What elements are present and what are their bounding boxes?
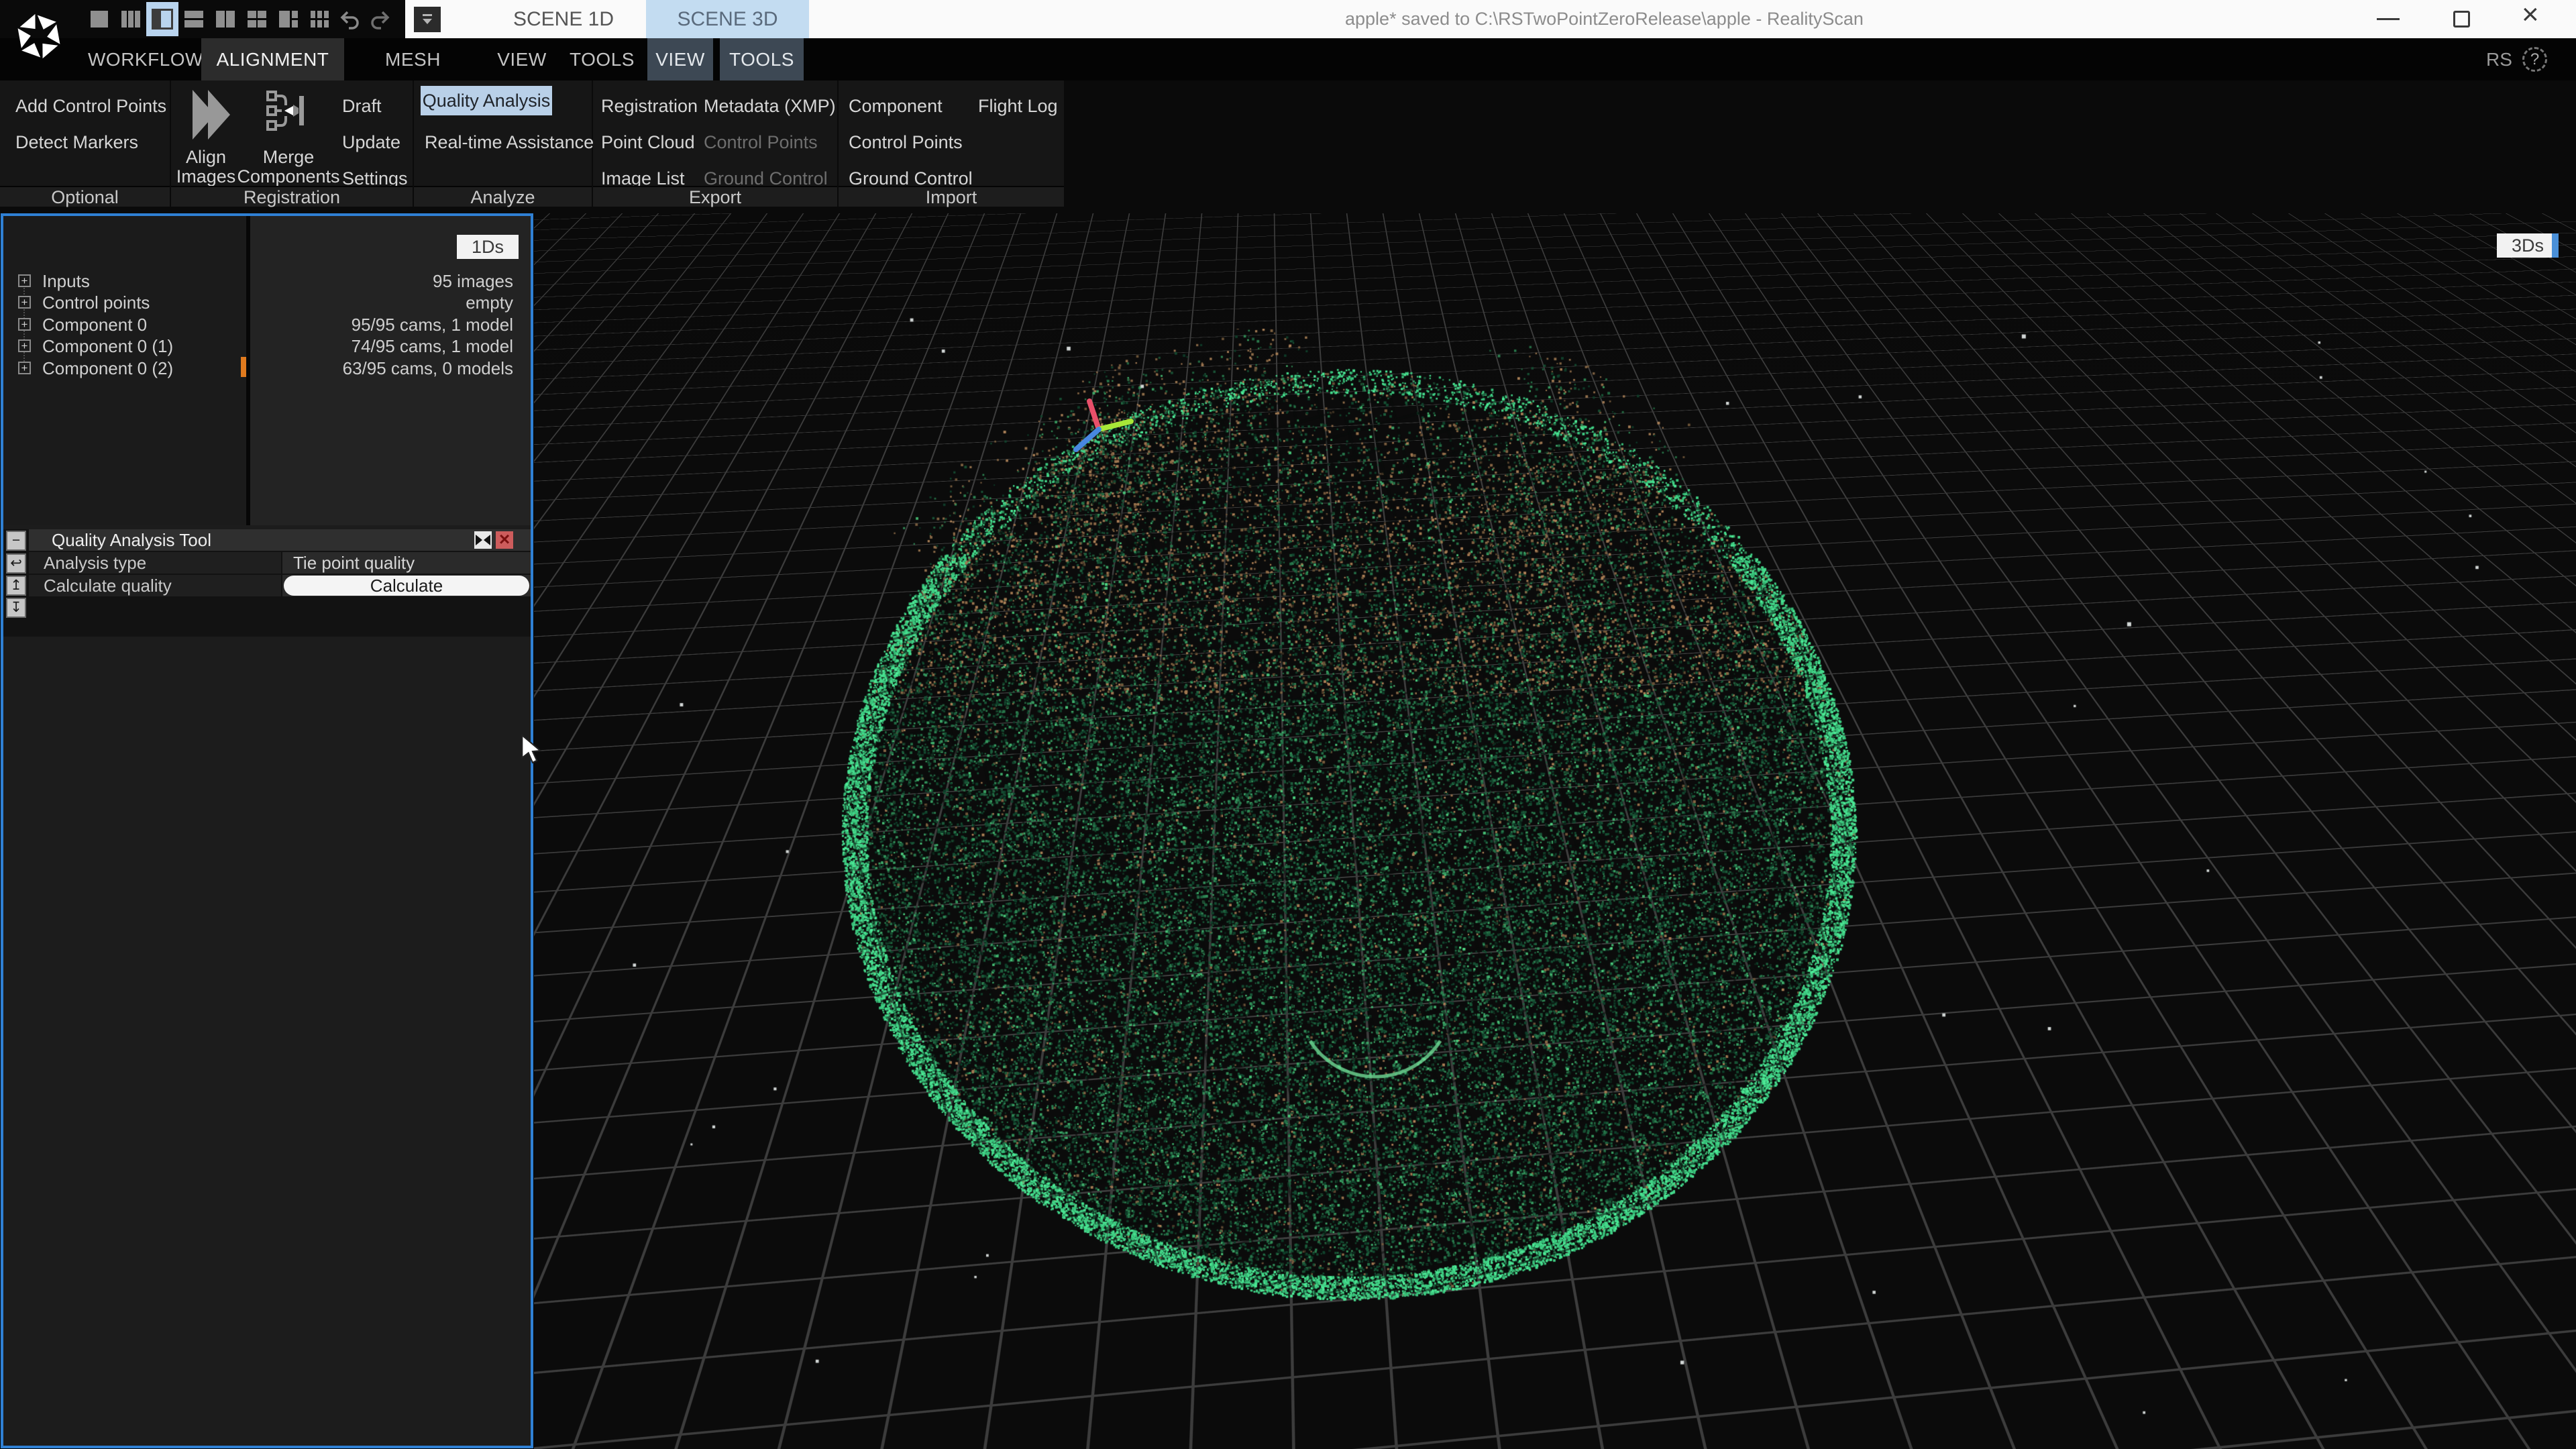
calculate-quality-label: Calculate quality	[44, 576, 172, 596]
ribbon-group-registration: Align Images Merge Components Draft Upda…	[171, 80, 413, 207]
import-component-button[interactable]: Component	[849, 95, 943, 117]
merge-components-icon	[264, 89, 308, 133]
minimize-icon	[2377, 18, 2400, 20]
import-control-points-button[interactable]: Control Points	[849, 131, 963, 153]
tree-row-component-0-2[interactable]: + Component 0 (2) 63/95 cams, 0 models	[3, 358, 531, 378]
collapse-button[interactable]: −	[6, 531, 26, 551]
tool-title-bar[interactable]: Quality Analysis Tool ×	[29, 529, 531, 551]
expand-icon[interactable]: +	[18, 274, 31, 287]
layout-split-vertical-icon[interactable]	[215, 9, 236, 30]
menu-contextual-view[interactable]: VIEW	[647, 38, 713, 80]
view-badge-1d: 1Ds	[457, 235, 519, 259]
import-flight-log-button[interactable]: Flight Log	[978, 95, 1058, 117]
menu-mesh-model[interactable]: MESH MODEL	[354, 38, 472, 80]
user-badge[interactable]: RS	[2486, 38, 2512, 80]
export-point-cloud-button[interactable]: Point Cloud	[601, 131, 695, 153]
group-label-export: Export	[593, 186, 837, 207]
ribbon-group-export: Registration Point Cloud Image List Meta…	[593, 80, 837, 207]
expand-icon[interactable]: +	[18, 362, 31, 374]
draft-button[interactable]: Draft	[342, 95, 382, 117]
window-title: apple* saved to C:\RSTwoPointZeroRelease…	[1345, 0, 1864, 38]
layout-three-columns-icon[interactable]	[120, 9, 142, 30]
ribbon: Add Control Points Detect Markers Option…	[0, 80, 2576, 213]
group-label-optional: Optional	[0, 186, 170, 207]
help-icon[interactable]: ?	[2522, 47, 2547, 72]
add-control-points-button[interactable]: Add Control Points	[15, 95, 166, 117]
tab-scene-3d[interactable]: SCENE 3D	[646, 0, 809, 38]
update-button[interactable]: Update	[342, 131, 400, 153]
mouse-cursor	[519, 734, 547, 765]
close-button[interactable]: ×	[2512, 0, 2559, 38]
maximize-button[interactable]	[2438, 0, 2485, 38]
minimize-button[interactable]	[2365, 0, 2412, 38]
tool-title: Quality Analysis Tool	[52, 529, 211, 551]
import-settings-button[interactable]: ↧	[6, 598, 26, 618]
export-metadata-xmp-button[interactable]: Metadata (XMP)	[704, 95, 836, 117]
expand-icon[interactable]: +	[18, 296, 31, 309]
layout-1d-3d-active-icon[interactable]	[146, 2, 178, 36]
menu-bar: WORKFLOW ALIGNMENT MESH MODEL VIEW TOOLS…	[0, 38, 2576, 80]
tree-row-component-0[interactable]: + Component 0 95/95 cams, 1 model	[3, 315, 531, 335]
dock-icon[interactable]	[474, 531, 492, 549]
tree-row-component-0-1[interactable]: + Component 0 (1) 74/95 cams, 1 model	[3, 336, 531, 356]
realityscan-logo-icon	[15, 11, 63, 62]
expand-icon[interactable]: +	[18, 339, 31, 352]
group-label-registration: Registration	[171, 186, 413, 207]
scene-3d-viewport[interactable]: 3Ds	[534, 213, 2576, 1449]
selection-marker	[241, 357, 246, 377]
export-registration-button[interactable]: Registration	[601, 95, 698, 117]
calculate-quality-row: Calculate quality Calculate	[29, 575, 531, 596]
title-bar: SCENE 1D SCENE 3D apple* saved to C:\RST…	[0, 0, 2576, 38]
quality-analysis-tool-panel: − ↩ ↥ ↧ Quality Analysis Tool × Analysis…	[3, 529, 531, 637]
menu-view[interactable]: VIEW	[492, 38, 552, 80]
export-settings-button[interactable]: ↥	[6, 576, 26, 596]
project-tree: 1Ds + Inputs 95 images + Control points …	[3, 216, 531, 525]
layout-left-pane-right-rows-icon[interactable]	[278, 9, 299, 30]
ribbon-group-analyze: Quality Analysis Real-time Assistance An…	[414, 80, 592, 207]
ribbon-group-optional: Add Control Points Detect Markers Option…	[0, 80, 170, 207]
analysis-type-select[interactable]: Tie point quality	[282, 552, 531, 574]
layout-grid-2x2-icon[interactable]	[246, 9, 268, 30]
tree-row-control-points[interactable]: + Control points empty	[3, 292, 531, 313]
layout-single-icon[interactable]	[89, 9, 110, 30]
view-badge-3d: 3Ds	[2497, 233, 2559, 258]
detect-markers-button[interactable]: Detect Markers	[15, 131, 138, 153]
ribbon-group-import: Component Control Points Ground Control …	[839, 80, 1064, 207]
calculate-button[interactable]: Calculate	[284, 576, 529, 596]
reset-button[interactable]: ↩	[6, 553, 26, 574]
undo-icon[interactable]	[339, 9, 362, 32]
analysis-type-label: Analysis type	[44, 553, 146, 573]
scene-1d-panel: 1Ds + Inputs 95 images + Control points …	[1, 213, 533, 1448]
tree-row-inputs[interactable]: + Inputs 95 images	[3, 271, 531, 291]
maximize-icon	[2453, 11, 2470, 28]
group-label-analyze: Analyze	[414, 186, 592, 207]
expand-icon[interactable]: +	[18, 318, 31, 331]
group-label-import: Import	[839, 186, 1064, 207]
tab-scene-1d[interactable]: SCENE 1D	[496, 0, 631, 38]
menu-contextual-tools[interactable]: TOOLS	[720, 38, 804, 80]
badge-accent-bar	[2552, 233, 2559, 258]
layout-grid-3x2-icon[interactable]	[309, 9, 331, 30]
realtime-assistance-button[interactable]: Real-time Assistance	[425, 131, 594, 153]
export-control-points-button: Control Points	[704, 131, 818, 153]
quality-analysis-button[interactable]: Quality Analysis	[421, 86, 552, 115]
close-icon: ×	[2522, 0, 2539, 32]
menu-alignment[interactable]: ALIGNMENT	[201, 38, 344, 80]
chevron-down-icon	[423, 19, 432, 24]
analysis-type-row: Analysis type Tie point quality	[29, 552, 531, 574]
close-tool-icon[interactable]: ×	[496, 531, 513, 549]
toolbar-pin-button[interactable]	[414, 7, 441, 32]
redo-icon[interactable]	[368, 9, 391, 32]
axis-gizmo-icon	[1069, 396, 1136, 463]
menu-workflow[interactable]: WORKFLOW	[88, 38, 199, 80]
stray-points	[534, 213, 2576, 1449]
layout-two-rows-icon[interactable]	[183, 9, 205, 30]
menu-tools[interactable]: TOOLS	[567, 38, 637, 80]
